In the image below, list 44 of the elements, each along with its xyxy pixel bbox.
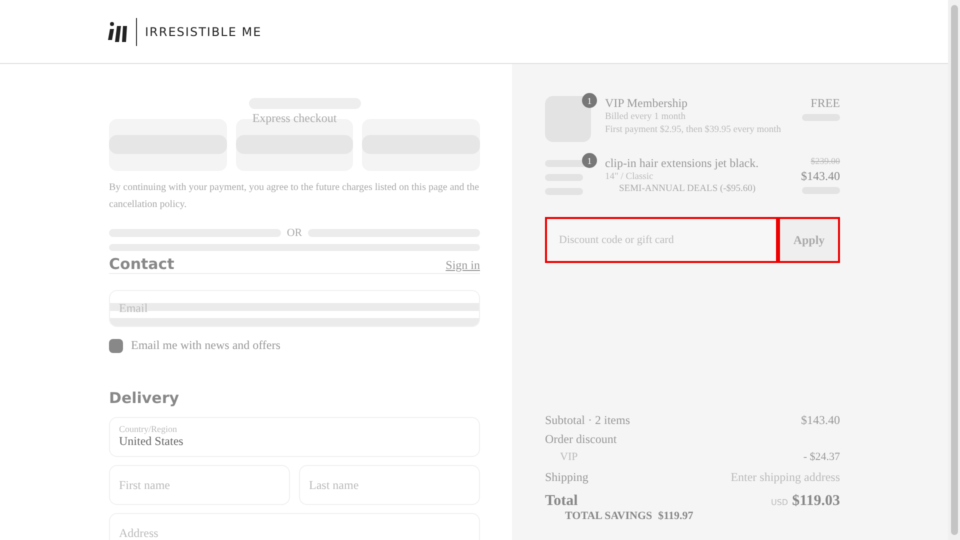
total-label: Total: [545, 493, 578, 510]
sign-in-link[interactable]: Sign in: [446, 258, 480, 273]
email-field[interactable]: Email: [109, 290, 480, 327]
notice-text: By continuing with your payment, you agree to the future charges listed on this page and the cancellation policy.: [109, 181, 480, 212]
quantity-badge: 1: [582, 153, 597, 168]
quantity-badge: 1: [582, 93, 597, 108]
section-title: Express checkout: [252, 111, 337, 125]
brand-name: IRRESISTIBLE ME: [145, 24, 262, 38]
address-field[interactable]: Address: [109, 513, 480, 540]
original-price: $239.00: [810, 156, 840, 166]
product-thumbnail: [545, 96, 591, 142]
summary-label: Subtotal · 2 items: [545, 413, 630, 429]
product-detail: First payment $2.95, then $39.95 every month: [605, 124, 782, 137]
total-amount: $119.03: [792, 493, 840, 509]
payment-button-placeholder[interactable]: [362, 119, 480, 171]
summary-value: - $24.37: [803, 451, 840, 465]
summary-label: Order discount: [545, 432, 617, 448]
payment-button-placeholder[interactable]: [109, 119, 227, 171]
logo-icon: [108, 20, 130, 44]
checkbox-label: Email me with news and offers: [131, 338, 280, 353]
checkbox[interactable]: [109, 338, 123, 352]
currency-code: USD: [770, 498, 788, 507]
savings-amount: $119.97: [658, 510, 694, 522]
summary-value: Enter shipping address: [730, 470, 840, 486]
summary-label: Shipping: [545, 470, 588, 486]
price: FREE: [810, 96, 840, 111]
product-name: VIP Membership: [605, 96, 689, 111]
apply-button[interactable]: Apply: [778, 217, 840, 263]
price: $143.40: [801, 169, 840, 184]
summary-label: VIP: [560, 451, 578, 465]
section-title: Delivery: [109, 389, 180, 407]
first-name-field[interactable]: First name: [109, 465, 290, 505]
summary-value: $143.40: [801, 413, 840, 429]
discount-code-field[interactable]: Discount code or gift card: [545, 217, 778, 263]
country-select[interactable]: Country/Region United States: [109, 417, 480, 457]
product-name: clip-in hair extensions jet black.: [605, 156, 760, 171]
product-detail: 14" / Classic: [605, 171, 654, 184]
divider-label: OR: [286, 227, 302, 239]
savings-label: TOTAL SAVINGS: [565, 510, 652, 522]
scrollbar[interactable]: [948, 0, 960, 540]
discount-label: SEMI-ANNUAL DEALS (-$95.60): [618, 184, 757, 194]
section-title: Contact: [109, 255, 174, 273]
last-name-field[interactable]: Last name: [299, 465, 480, 505]
product-detail: Billed every 1 month: [605, 111, 686, 124]
